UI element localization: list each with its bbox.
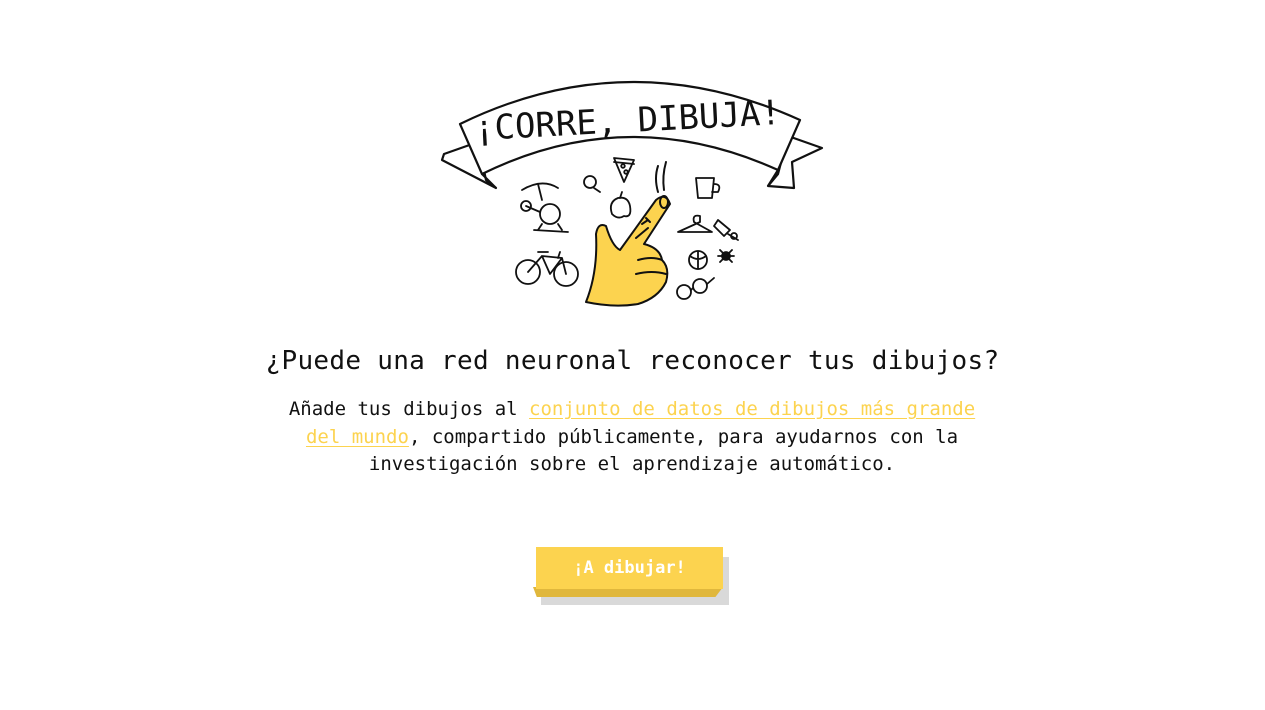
bicycle-icon: [515, 251, 579, 287]
intro-text: Añade tus dibujos al conjunto de datos d…: [272, 396, 992, 479]
hanger-icon: [677, 214, 713, 233]
start-drawing-button[interactable]: ¡A dibujar!: [536, 547, 723, 589]
glasses-icon: [676, 277, 715, 300]
page: ¡CORRE, DIBUJA! ¿Puede una red neuronal …: [0, 0, 1265, 710]
bulb-icon: [583, 175, 601, 193]
pizza-icon: [613, 157, 635, 183]
intro-text-after: , compartido públicamente, para ayudarno…: [368, 425, 959, 476]
pointing-hand-icon: [585, 161, 671, 307]
basketball-icon: [688, 250, 708, 270]
spider-icon: [717, 249, 735, 263]
mug-icon: [695, 177, 721, 199]
cta-container: ¡A dibujar!: [533, 547, 733, 607]
intro-text-before: Añade tus dibujos al: [288, 398, 530, 420]
quick-draw-logo: ¡CORRE, DIBUJA!: [440, 80, 824, 307]
headline: ¿Puede una red neuronal reconocer tus di…: [265, 346, 1000, 376]
pushpin-icon: [713, 219, 739, 241]
apple-icon: [609, 191, 632, 219]
helicopter-icon: [520, 182, 569, 233]
